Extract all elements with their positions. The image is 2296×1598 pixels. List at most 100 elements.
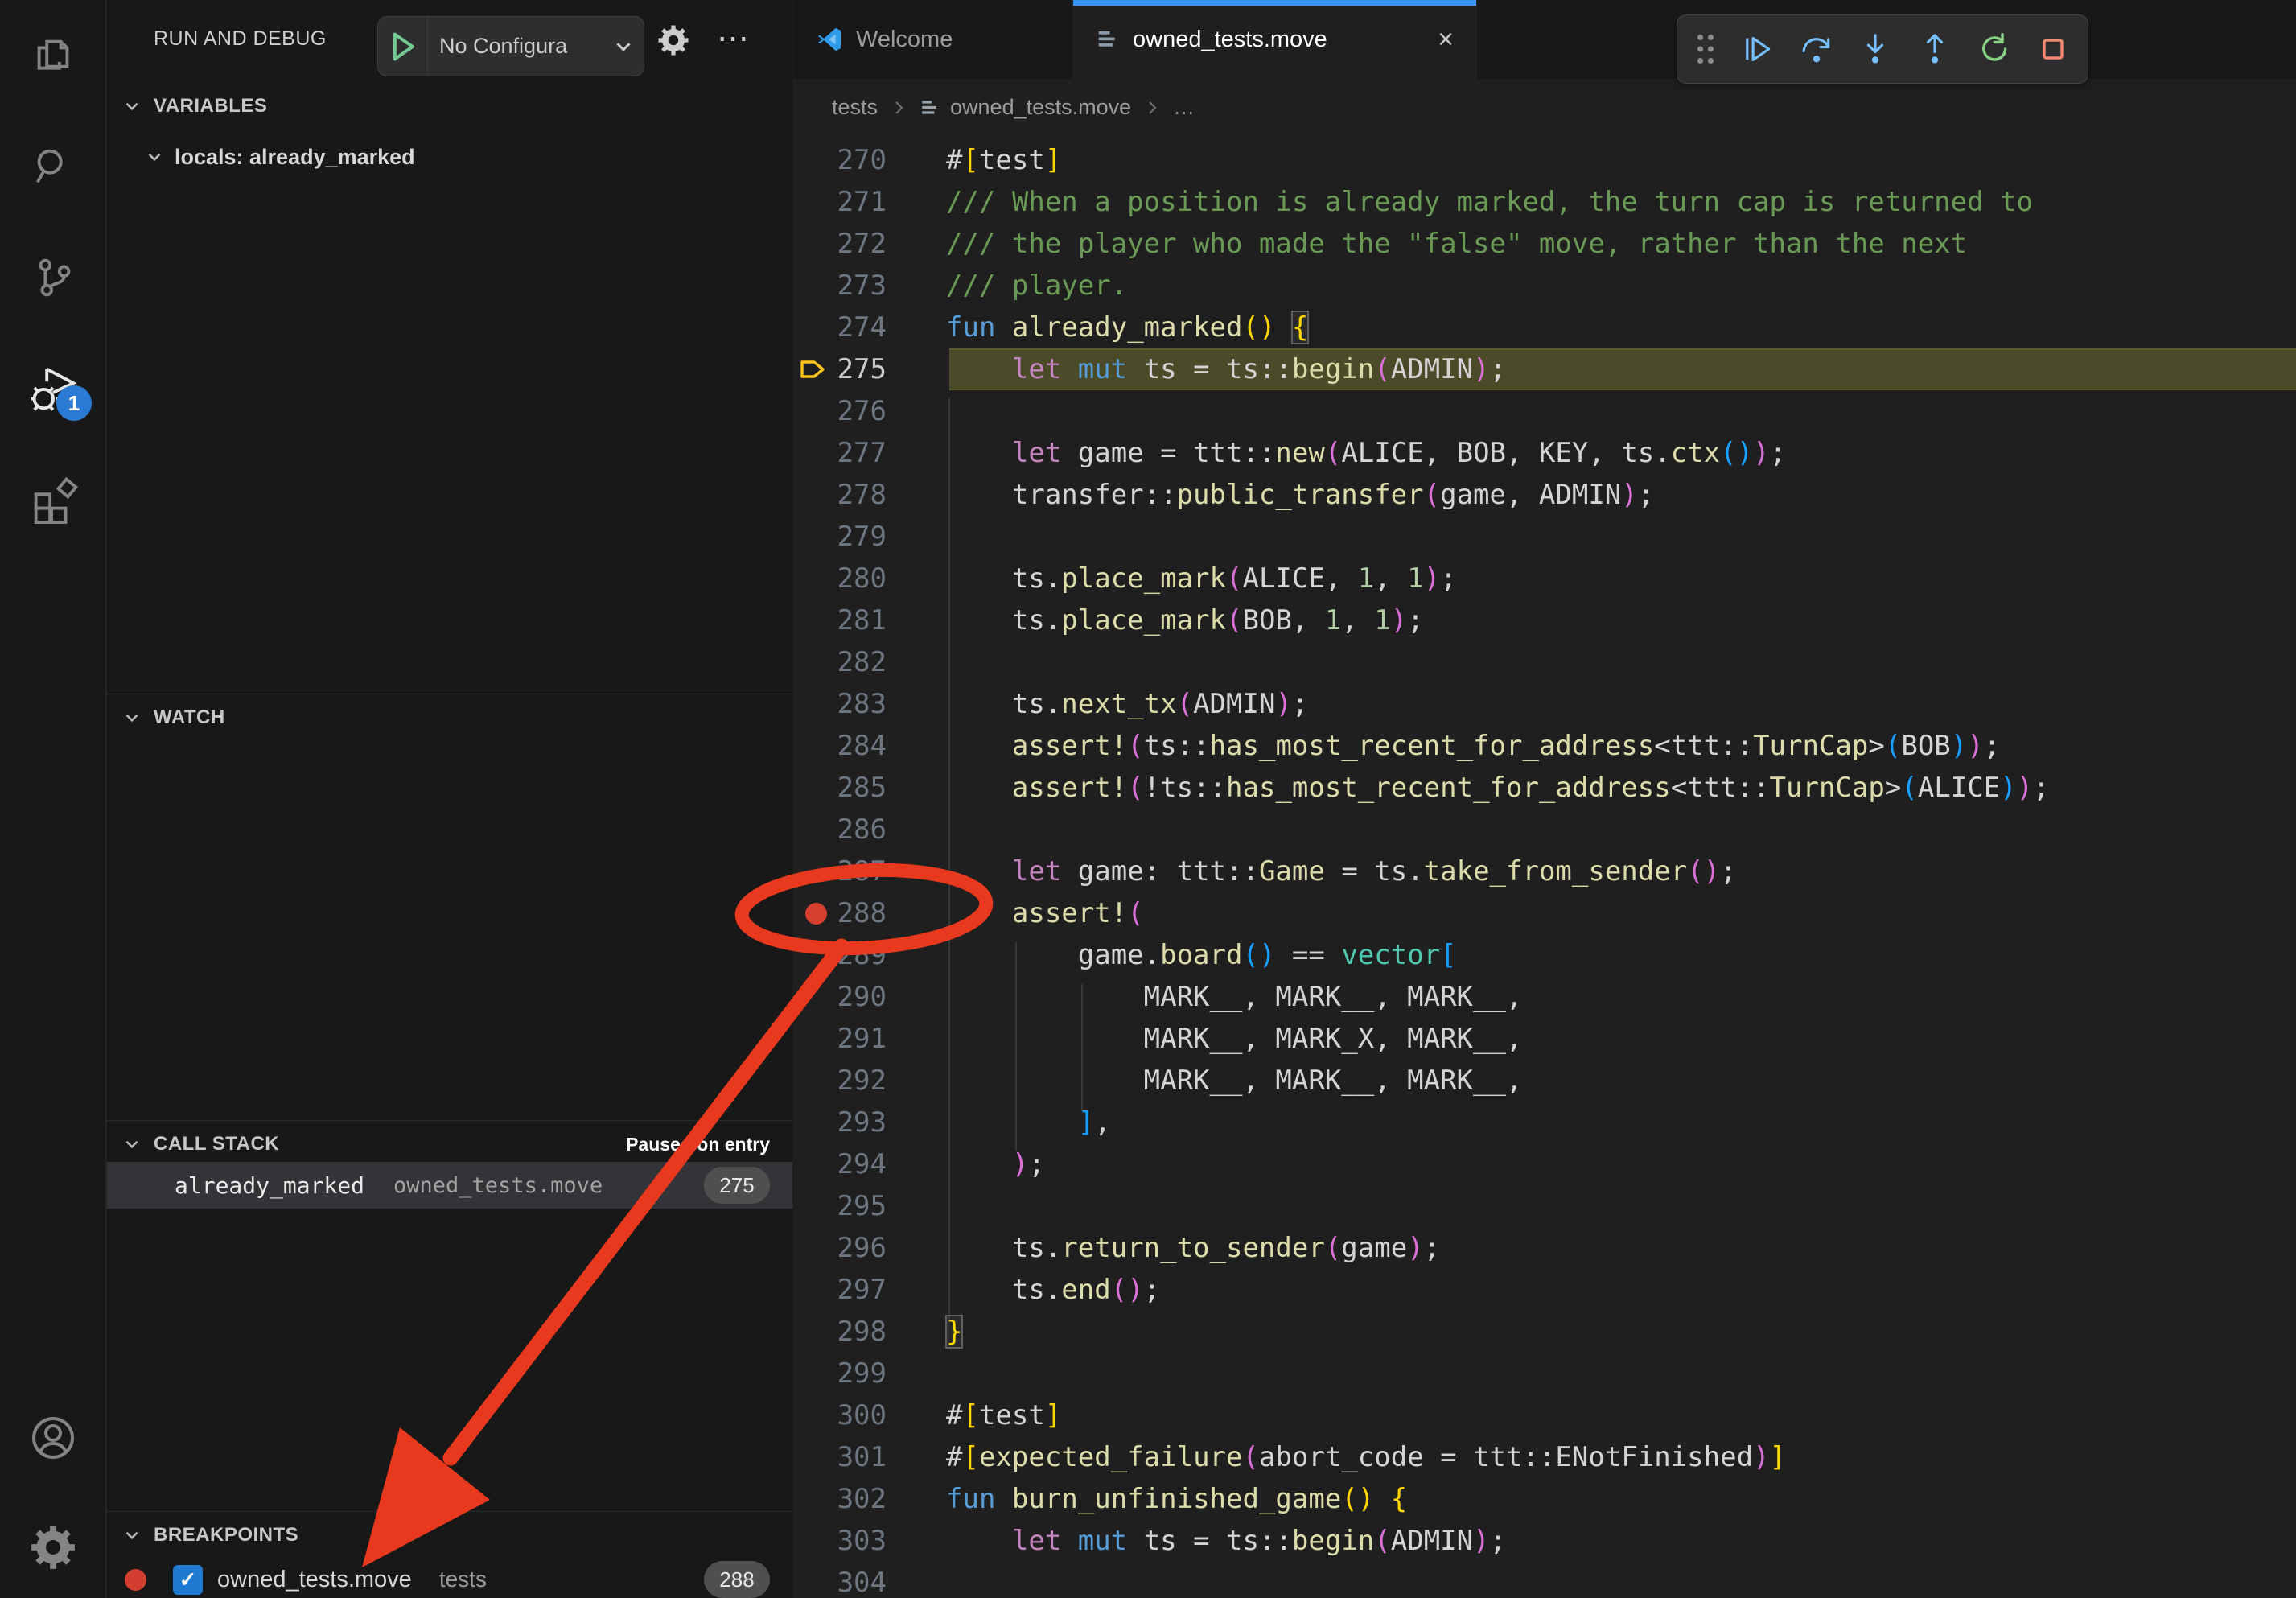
tab-welcome[interactable]: Welcome bbox=[793, 0, 1073, 79]
tab-owned-tests-move[interactable]: owned_tests.move × bbox=[1073, 0, 1477, 79]
breakpoints-section-header[interactable]: BREAKPOINTS bbox=[107, 1516, 792, 1555]
breadcrumb[interactable]: tests owned_tests.move … bbox=[793, 79, 2296, 137]
code-line-293[interactable]: 293 ], bbox=[793, 1102, 2296, 1143]
close-icon[interactable]: × bbox=[1438, 26, 1454, 53]
chevron-down-icon bbox=[121, 1525, 142, 1546]
code-token: has_most_recent_for_address bbox=[1210, 730, 1655, 762]
code-line-299[interactable]: 299 bbox=[793, 1353, 2296, 1394]
code-token: ) bbox=[2000, 772, 2016, 804]
start-debug-icon[interactable] bbox=[378, 17, 428, 76]
code-line-279[interactable]: 279 bbox=[793, 516, 2296, 558]
code-line-277[interactable]: 277 let game = ttt::new(ALICE, BOB, KEY,… bbox=[793, 432, 2296, 474]
code-line-288[interactable]: 288 assert!( bbox=[793, 892, 2296, 934]
search-icon[interactable] bbox=[0, 122, 106, 211]
line-number: 300 bbox=[793, 1394, 887, 1436]
call-stack-section-header[interactable]: CALL STACK Paused on entry bbox=[107, 1125, 792, 1163]
explorer-icon[interactable] bbox=[0, 14, 106, 103]
extensions-icon[interactable] bbox=[0, 455, 106, 543]
code-line-302[interactable]: 302fun burn_unfinished_game() { bbox=[793, 1478, 2296, 1520]
settings-gear-icon[interactable] bbox=[0, 1503, 106, 1592]
account-icon[interactable] bbox=[0, 1394, 106, 1482]
breadcrumb-symbol[interactable]: … bbox=[1173, 95, 1195, 120]
code-line-301[interactable]: 301#[expected_failure(abort_code = ttt::… bbox=[793, 1436, 2296, 1478]
code-token: ; bbox=[1770, 437, 1786, 469]
code-line-274[interactable]: 274fun already_marked() { bbox=[793, 307, 2296, 348]
code-text: } bbox=[887, 1316, 962, 1348]
code-token: MARK__, MARK_X, MARK__, bbox=[946, 1023, 1522, 1055]
code-line-281[interactable]: 281 ts.place_mark(BOB, 1, 1); bbox=[793, 599, 2296, 641]
code-line-289[interactable]: 289 game.board() == vector[ bbox=[793, 934, 2296, 976]
run-and-debug-icon[interactable]: 1 bbox=[0, 344, 106, 432]
code-token: ts. bbox=[946, 1232, 1061, 1264]
code-line-273[interactable]: 273/// player. bbox=[793, 265, 2296, 307]
code-line-304[interactable]: 304 bbox=[793, 1562, 2296, 1598]
code-line-303[interactable]: 303 let mut ts = ts::begin(ADMIN); bbox=[793, 1520, 2296, 1562]
move-file-icon bbox=[920, 97, 940, 118]
stop-icon[interactable] bbox=[2029, 21, 2077, 77]
code-line-297[interactable]: 297 ts.end(); bbox=[793, 1269, 2296, 1311]
restart-icon[interactable] bbox=[1969, 21, 2018, 77]
toolbar-drag-handle[interactable] bbox=[1689, 21, 1722, 77]
code-token: game: ttt:: bbox=[1061, 855, 1259, 888]
code-line-294[interactable]: 294 ); bbox=[793, 1143, 2296, 1185]
code-line-298[interactable]: 298} bbox=[793, 1311, 2296, 1353]
call-stack-title: CALL STACK bbox=[154, 1133, 279, 1155]
step-out-icon[interactable] bbox=[1911, 21, 1959, 77]
code-lines[interactable]: 270#[test]271/// When a position is alre… bbox=[793, 137, 2296, 1598]
watch-section-header[interactable]: WATCH bbox=[107, 698, 792, 737]
code-line-286[interactable]: 286 bbox=[793, 809, 2296, 850]
step-into-icon[interactable] bbox=[1851, 21, 1899, 77]
code-token: { bbox=[1292, 311, 1308, 344]
code-line-291[interactable]: 291 MARK__, MARK_X, MARK__, bbox=[793, 1018, 2296, 1060]
variables-title: VARIABLES bbox=[154, 95, 267, 117]
code-token: ; bbox=[1440, 562, 1456, 595]
code-token: ) bbox=[1424, 562, 1440, 595]
code-token: vector bbox=[1341, 939, 1440, 971]
code-line-271[interactable]: 271/// When a position is already marked… bbox=[793, 181, 2296, 223]
code-line-290[interactable]: 290 MARK__, MARK__, MARK__, bbox=[793, 976, 2296, 1018]
code-line-287[interactable]: 287 let game: ttt::Game = ts.take_from_s… bbox=[793, 850, 2296, 892]
code-token: expected_failure bbox=[979, 1441, 1243, 1473]
code-line-278[interactable]: 278 transfer::public_transfer(game, ADMI… bbox=[793, 474, 2296, 516]
code-token: <ttt:: bbox=[1671, 772, 1770, 804]
breadcrumb-folder[interactable]: tests bbox=[832, 95, 878, 120]
code-text: MARK__, MARK__, MARK__, bbox=[887, 1065, 1522, 1097]
code-token: let bbox=[1012, 855, 1061, 888]
step-over-icon[interactable] bbox=[1792, 21, 1841, 77]
source-control-icon[interactable] bbox=[0, 233, 106, 322]
code-token: ( bbox=[1177, 688, 1193, 720]
more-actions-icon[interactable]: ⋯ bbox=[717, 0, 752, 77]
code-line-296[interactable]: 296 ts.return_to_sender(game); bbox=[793, 1227, 2296, 1269]
continue-icon[interactable] bbox=[1733, 21, 1781, 77]
code-token: ; bbox=[1292, 688, 1308, 720]
frame-function: already_marked bbox=[175, 1172, 364, 1199]
breakpoint-checkbox[interactable]: ✓ bbox=[173, 1565, 203, 1595]
code-token: fun bbox=[946, 311, 995, 344]
variables-section-header[interactable]: VARIABLES bbox=[107, 87, 792, 126]
debug-settings-gear-icon[interactable] bbox=[656, 23, 691, 62]
breakpoint-line-badge: 288 bbox=[704, 1561, 770, 1598]
launch-configuration-dropdown[interactable]: No Configura bbox=[377, 16, 644, 76]
code-line-300[interactable]: 300#[test] bbox=[793, 1394, 2296, 1436]
code-line-270[interactable]: 270#[test] bbox=[793, 139, 2296, 181]
breakpoint-file: owned_tests.move bbox=[217, 1567, 412, 1593]
code-line-292[interactable]: 292 MARK__, MARK__, MARK__, bbox=[793, 1060, 2296, 1102]
code-line-280[interactable]: 280 ts.place_mark(ALICE, 1, 1); bbox=[793, 558, 2296, 599]
call-stack-frame-row[interactable]: already_marked owned_tests.move 275 bbox=[107, 1162, 792, 1209]
locals-scope-row[interactable]: locals: already_marked bbox=[107, 135, 792, 179]
code-text bbox=[887, 1567, 946, 1598]
code-token: ; bbox=[1984, 730, 2000, 762]
breakpoint-row[interactable]: ✓ owned_tests.move tests 288 bbox=[107, 1558, 792, 1598]
code-line-295[interactable]: 295 bbox=[793, 1185, 2296, 1227]
code-line-285[interactable]: 285 assert!(!ts::has_most_recent_for_add… bbox=[793, 767, 2296, 809]
code-line-276[interactable]: 276 bbox=[793, 390, 2296, 432]
code-line-283[interactable]: 283 ts.next_tx(ADMIN); bbox=[793, 683, 2296, 725]
code-token: mut bbox=[1078, 1525, 1127, 1557]
code-line-272[interactable]: 272/// the player who made the "false" m… bbox=[793, 223, 2296, 265]
code-line-284[interactable]: 284 assert!(ts::has_most_recent_for_addr… bbox=[793, 725, 2296, 767]
code-token: TurnCap bbox=[1770, 772, 1885, 804]
code-line-282[interactable]: 282 bbox=[793, 641, 2296, 683]
code-line-275[interactable]: 275 let mut ts = ts::begin(ADMIN); bbox=[793, 348, 2296, 390]
breadcrumb-file[interactable]: owned_tests.move bbox=[950, 95, 1131, 120]
code-token: ALICE, bbox=[1242, 562, 1357, 595]
